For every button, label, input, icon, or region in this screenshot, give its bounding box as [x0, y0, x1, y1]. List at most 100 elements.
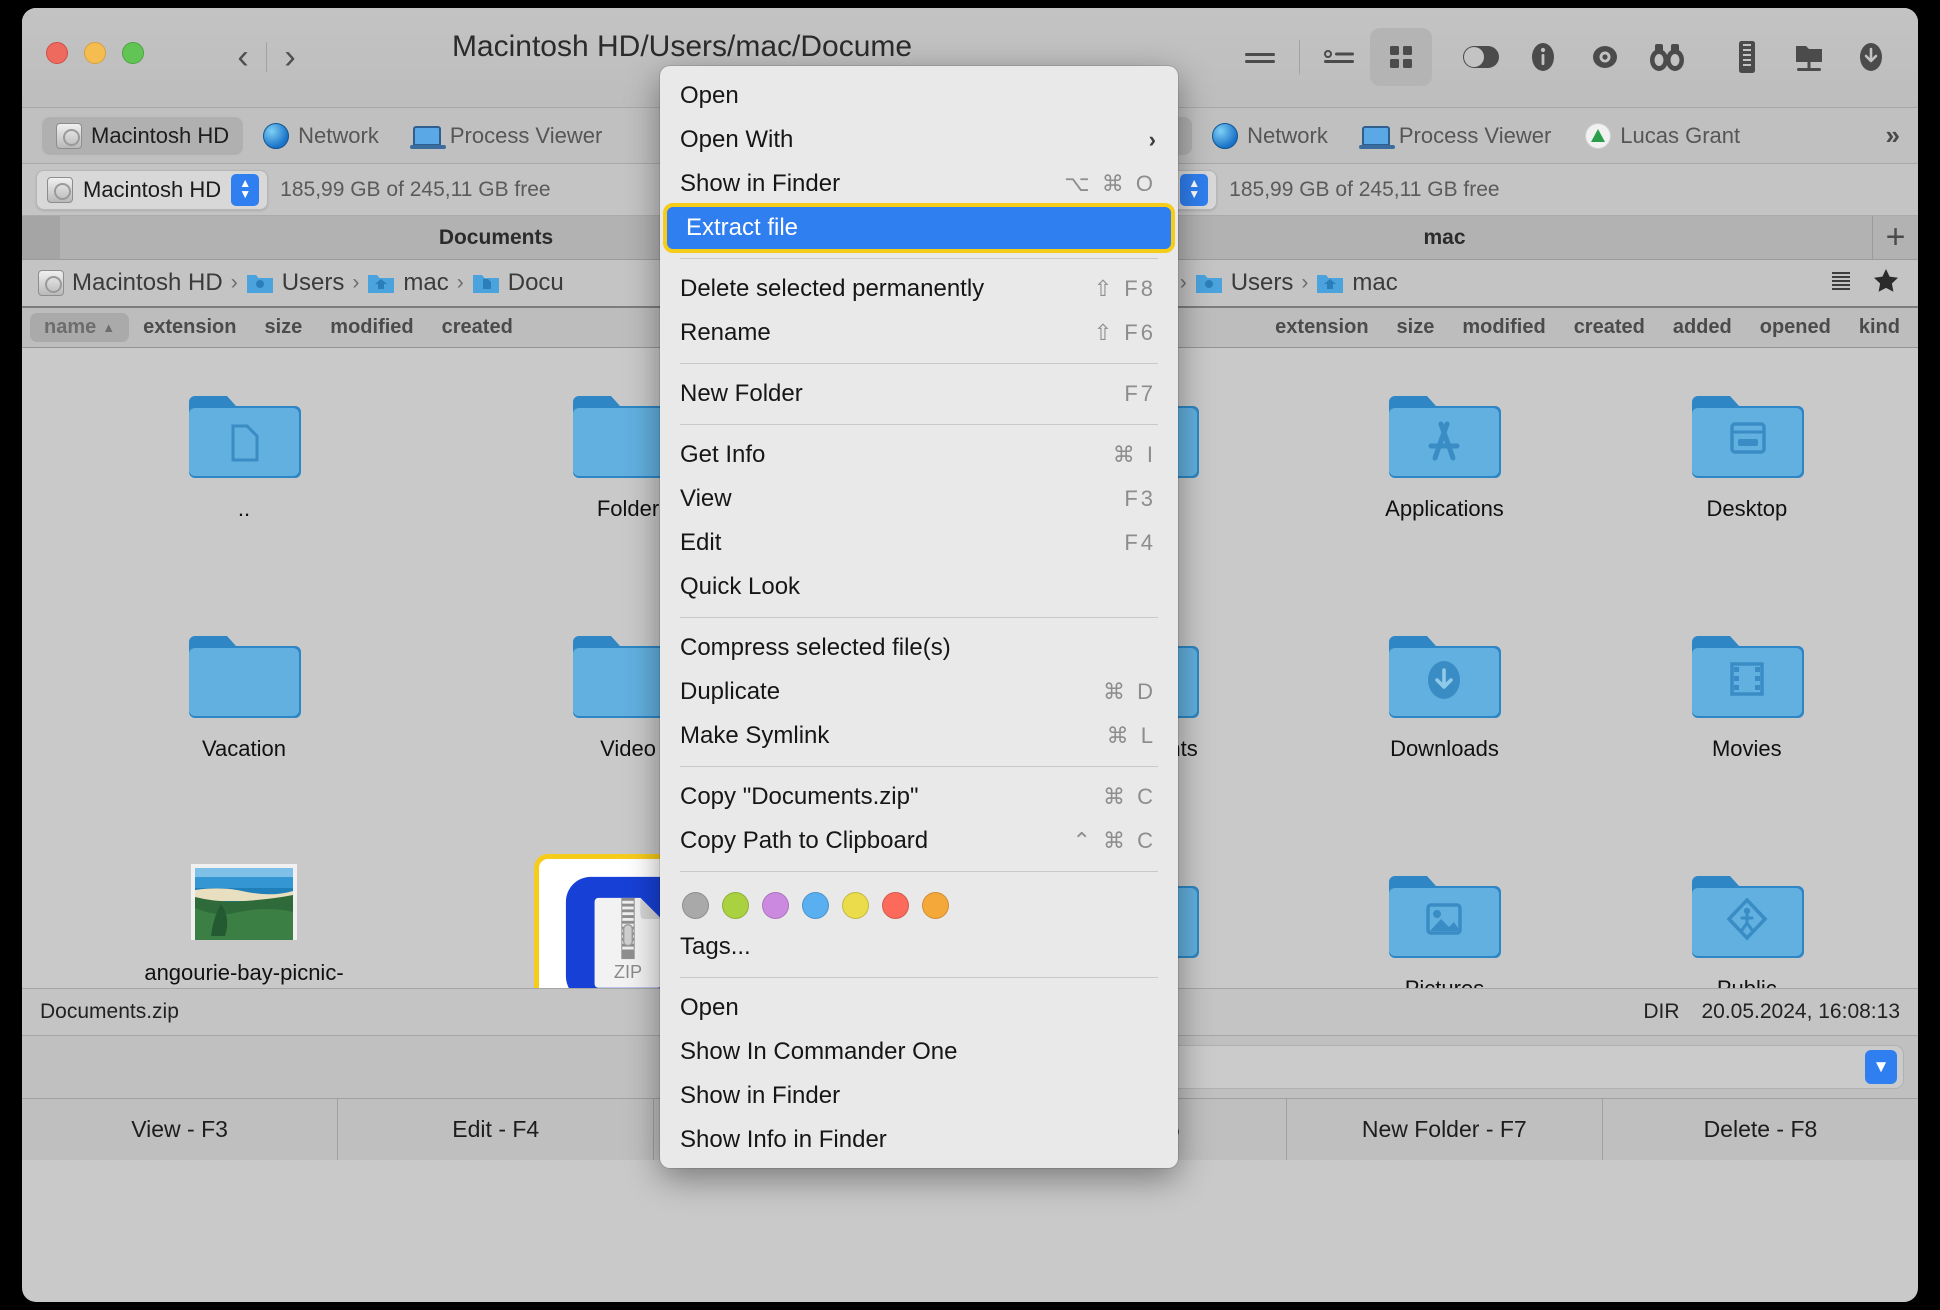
breadcrumb-item[interactable]: mac — [367, 269, 449, 297]
dark-mode-toggle-icon[interactable] — [1450, 28, 1512, 86]
pane-title-left: Documents — [438, 225, 554, 249]
list-brief-icon[interactable] — [1229, 28, 1291, 86]
menu-item-label: Open With — [680, 126, 794, 153]
tab-network-left[interactable]: Network — [249, 117, 393, 155]
list-item-label: Folder — [596, 496, 660, 521]
tag-gray[interactable] — [682, 892, 709, 919]
drive-chip-left[interactable]: Macintosh HD ▲ ▼ — [36, 169, 269, 210]
menu-item-rename[interactable]: Rename ⇧ F6 — [660, 311, 1178, 355]
back-icon[interactable]: ‹ — [220, 32, 266, 82]
tab-process-viewer-right[interactable]: Process Viewer — [1348, 117, 1565, 155]
menu-item-open-with[interactable]: Open With › — [660, 118, 1178, 162]
tag-yellow[interactable] — [842, 892, 869, 919]
chevron-down-icon[interactable]: ▼ — [1865, 1050, 1897, 1084]
download-icon[interactable] — [1840, 28, 1902, 86]
minimize-button[interactable] — [84, 42, 106, 64]
drive-stepper-icon[interactable]: ▲ ▼ — [1180, 173, 1209, 206]
menu-separator — [680, 424, 1158, 425]
zip-archive-icon[interactable] — [1716, 28, 1778, 86]
tag-green[interactable] — [722, 892, 749, 919]
menu-item-duplicate[interactable]: Duplicate ⌘ D — [660, 670, 1178, 714]
tab-lucas-grant[interactable]: Lucas Grant — [1571, 117, 1754, 155]
list-item[interactable]: angourie-bay-picnic-area-01.jpg — [52, 842, 436, 988]
menu-item-open[interactable]: Open — [660, 74, 1178, 118]
list-item-label: Video — [600, 736, 656, 761]
tab-overflow-icon[interactable]: » — [1886, 120, 1900, 151]
column-header-size[interactable]: size — [1383, 313, 1449, 342]
binoculars-icon[interactable] — [1636, 28, 1698, 86]
list-detail-icon[interactable] — [1308, 28, 1370, 86]
history-list-icon[interactable] — [1828, 268, 1854, 299]
breadcrumb-item[interactable]: Macintosh HD — [38, 269, 223, 297]
menu-item-show-in-commander-one[interactable]: Show In Commander One — [660, 1030, 1178, 1074]
menu-item-extract-file[interactable]: Extract file — [663, 203, 1175, 253]
menu-item-label: View — [680, 485, 732, 512]
menu-item-delete-permanently[interactable]: Delete selected permanently ⇧ F8 — [660, 267, 1178, 311]
list-item[interactable]: Desktop — [1596, 362, 1898, 602]
column-header-created[interactable]: created — [428, 313, 527, 342]
column-header-modified[interactable]: modified — [316, 313, 427, 342]
menu-item-shortcut: F7 — [1124, 381, 1156, 406]
column-header-modified[interactable]: modified — [1448, 313, 1559, 342]
tag-blue[interactable] — [802, 892, 829, 919]
public-folder-icon — [1683, 854, 1811, 966]
breadcrumb-item[interactable]: Users — [1195, 269, 1293, 297]
icon-grid-icon[interactable] — [1370, 28, 1432, 86]
breadcrumb-item[interactable]: Docu — [472, 269, 564, 297]
add-tab-icon[interactable]: + — [1872, 216, 1918, 259]
parent-folder-icon — [180, 374, 308, 486]
menu-item-copy-path[interactable]: Copy Path to Clipboard ⌃ ⌘ C — [660, 819, 1178, 863]
globe-icon — [1212, 122, 1239, 149]
drive-stepper-icon[interactable]: ▲ ▼ — [231, 173, 260, 206]
edit-f4-button[interactable]: Edit - F4 — [338, 1099, 655, 1160]
menu-item-get-info[interactable]: Get Info ⌘ I — [660, 433, 1178, 477]
favorite-star-icon[interactable] — [1872, 267, 1900, 300]
tag-purple[interactable] — [762, 892, 789, 919]
view-f3-button[interactable]: View - F3 — [22, 1099, 339, 1160]
menu-item-open-service[interactable]: Open — [660, 986, 1178, 1030]
tab-process-viewer-left[interactable]: Process Viewer — [399, 117, 616, 155]
list-item[interactable]: Vacation — [52, 602, 436, 842]
column-header-created[interactable]: created — [1560, 313, 1659, 342]
close-button[interactable] — [46, 42, 68, 64]
eye-icon[interactable] — [1574, 28, 1636, 86]
menu-item-show-in-finder[interactable]: Show in Finder ⌥ ⌘ O — [660, 162, 1178, 206]
column-header-size[interactable]: size — [250, 313, 316, 342]
list-item[interactable]: Applications — [1293, 362, 1595, 602]
network-folder-icon[interactable] — [1778, 28, 1840, 86]
new-folder-f7-button[interactable]: New Folder - F7 — [1287, 1099, 1603, 1160]
menu-item-show-in-finder-2[interactable]: Show in Finder — [660, 1074, 1178, 1118]
menu-item-quick-look[interactable]: Quick Look — [660, 565, 1178, 609]
breadcrumb-item[interactable]: mac — [1316, 269, 1398, 297]
tag-red[interactable] — [882, 892, 909, 919]
menu-item-edit[interactable]: Edit F4 — [660, 521, 1178, 565]
zoom-button[interactable] — [122, 42, 144, 64]
menu-item-tags[interactable]: Tags... — [660, 925, 1178, 969]
pane-grip[interactable] — [22, 216, 60, 259]
status-date: 20.05.2024, 16:08:13 — [1701, 1000, 1900, 1023]
list-item[interactable]: Downloads — [1293, 602, 1595, 842]
tab-macintosh-hd-left[interactable]: Macintosh HD — [42, 116, 244, 155]
menu-item-copy-file[interactable]: Copy "Documents.zip" ⌘ C — [660, 775, 1178, 819]
list-item[interactable]: .. — [52, 362, 436, 602]
column-header-added[interactable]: added — [1659, 313, 1746, 342]
delete-f8-button[interactable]: Delete - F8 — [1603, 1099, 1918, 1160]
breadcrumb-item[interactable]: Users — [246, 269, 344, 297]
column-header-extension[interactable]: extension — [1261, 313, 1382, 342]
menu-item-make-symlink[interactable]: Make Symlink ⌘ L — [660, 714, 1178, 758]
downloads-folder-icon — [1380, 614, 1508, 726]
menu-item-new-folder[interactable]: New Folder F7 — [660, 372, 1178, 416]
tab-network-right[interactable]: Network — [1198, 117, 1342, 155]
list-item[interactable]: Movies — [1596, 602, 1898, 842]
menu-item-compress[interactable]: Compress selected file(s) — [660, 626, 1178, 670]
list-item[interactable]: Pictures — [1293, 842, 1595, 988]
column-header-opened[interactable]: opened — [1746, 313, 1845, 342]
menu-item-show-info-in-finder[interactable]: Show Info in Finder — [660, 1118, 1178, 1162]
info-icon[interactable] — [1512, 28, 1574, 86]
column-header-name[interactable]: name ▲ — [30, 313, 130, 342]
column-header-extension[interactable]: extension — [129, 313, 250, 342]
menu-item-view[interactable]: View F3 — [660, 477, 1178, 521]
list-item[interactable]: Public — [1596, 842, 1898, 988]
column-header-kind[interactable]: kind — [1845, 313, 1914, 342]
tag-orange[interactable] — [922, 892, 949, 919]
